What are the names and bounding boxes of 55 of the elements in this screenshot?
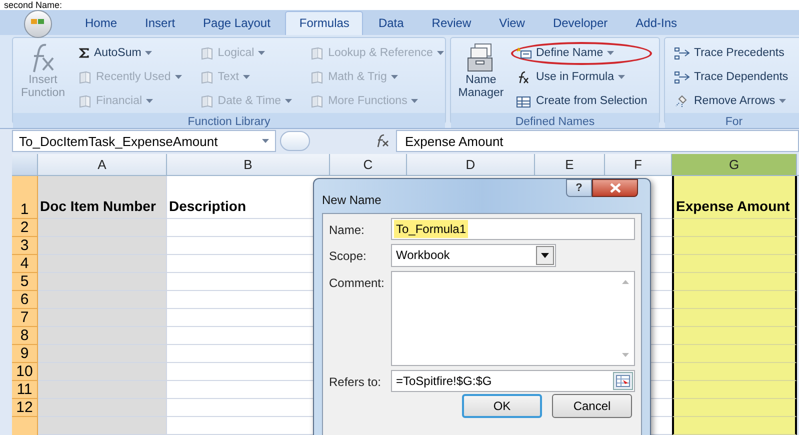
row-header[interactable]: 7 — [12, 308, 38, 327]
dialog-button[interactable]: Cancel — [552, 394, 632, 418]
ribbon-tab[interactable]: Insert — [132, 10, 188, 35]
group-label: Defined Names — [451, 112, 659, 128]
row-header[interactable]: 10 — [12, 362, 38, 381]
dialog-button[interactable]: OK — [462, 394, 542, 418]
row-header[interactable]: 2 — [12, 218, 38, 237]
ribbon-button[interactable]: Trace Dependents — [669, 66, 794, 89]
ribbon-button[interactable]: Create from Selection — [511, 90, 652, 113]
column-header[interactable]: G — [672, 154, 797, 175]
row-header[interactable]: 11 — [12, 380, 38, 399]
column-header[interactable]: A — [38, 154, 167, 175]
caption-text: second Name: — [4, 0, 64, 10]
ribbon-button[interactable]: Define Name — [511, 42, 652, 65]
column-header[interactable]: D — [407, 154, 535, 175]
ribbon-tab[interactable]: Data — [365, 10, 417, 35]
ribbon-large-button[interactable]: Name Manager — [455, 38, 507, 113]
field-label: Name: — [329, 222, 366, 239]
group-label: Function Library — [13, 112, 445, 128]
group-label: For — [665, 112, 799, 128]
ribbon-tab[interactable]: Home — [72, 10, 130, 35]
ribbon-button[interactable]: AutoSum — [73, 42, 187, 65]
sheet-cell: Doc Item Number — [38, 176, 167, 219]
name-field[interactable]: To_Formula1 — [391, 218, 635, 240]
help-button[interactable]: ? — [566, 178, 592, 197]
ribbon-tab[interactable]: Review — [418, 10, 484, 35]
formula-field[interactable]: Expense Amount — [396, 130, 799, 152]
ribbon-tab[interactable]: Page Layout — [190, 10, 284, 35]
field-label: Refers to: — [329, 374, 382, 391]
row-header[interactable]: 1 — [12, 176, 38, 219]
row-header[interactable]: 9 — [12, 344, 38, 363]
row-header[interactable]: 8 — [12, 326, 38, 345]
sheet-cell: Expense Amount — [672, 176, 797, 219]
column-header[interactable]: F — [605, 154, 672, 175]
ribbon-tab[interactable]: Developer — [540, 10, 621, 35]
ribbon-button[interactable]: Remove Arrows — [669, 90, 794, 113]
row-header[interactable]: 12 — [12, 398, 38, 417]
column-header[interactable]: B — [167, 154, 330, 175]
ribbon-tab[interactable]: Formulas — [285, 10, 364, 35]
field-label: Scope: — [329, 248, 368, 265]
dialog-title: New Name — [322, 192, 382, 209]
row-header[interactable]: 4 — [12, 254, 38, 273]
row-header[interactable]: 3 — [12, 236, 38, 255]
row-header[interactable]: 6 — [12, 290, 38, 309]
ribbon-tab[interactable]: Add-Ins — [622, 10, 690, 35]
column-header[interactable]: C — [330, 154, 407, 175]
name-box[interactable]: To_DocItemTask_ExpenseAmount — [12, 130, 276, 152]
row-header[interactable]: 5 — [12, 272, 38, 291]
scope-dropdown[interactable]: Workbook — [391, 244, 556, 267]
field-label: Comment: — [329, 274, 386, 292]
ribbon-button[interactable]: Use in Formula — [511, 66, 652, 89]
ribbon-button[interactable]: Trace Precedents — [669, 42, 794, 65]
column-header[interactable]: E — [535, 154, 605, 175]
refers-to-field[interactable]: =ToSpitfire!$G:$G — [391, 370, 635, 392]
ribbon-tab[interactable]: View — [486, 10, 538, 35]
